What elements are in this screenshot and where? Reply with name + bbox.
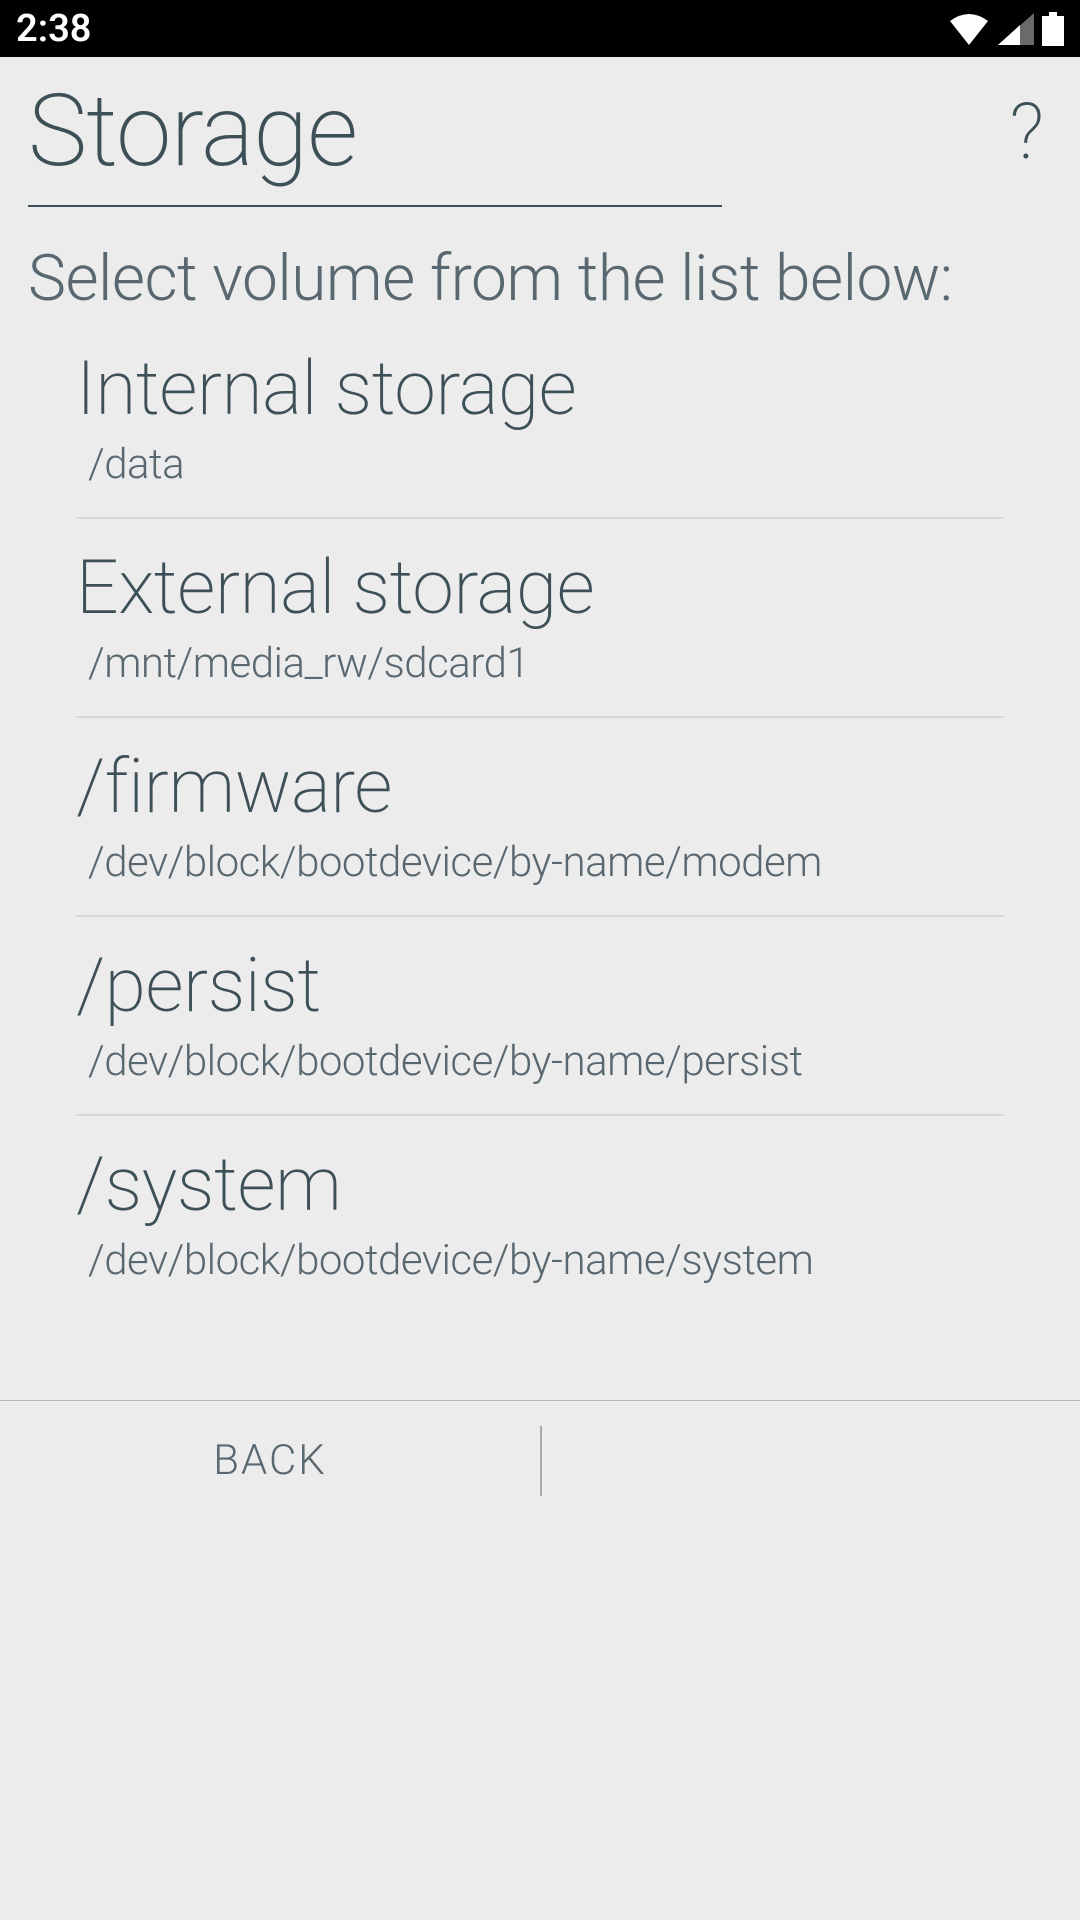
back-button[interactable]: BACK: [0, 1436, 540, 1485]
volume-title: External storage: [76, 543, 1004, 633]
volume-title: /persist: [76, 941, 1004, 1031]
battery-icon: [1042, 12, 1064, 46]
volume-path: /dev/block/bootdevice/by-name/persist: [76, 1037, 1004, 1086]
page-subtitle: Select volume from the list below:: [0, 207, 1080, 320]
wifi-icon: [948, 13, 990, 45]
cellular-icon: [998, 13, 1034, 45]
page-title: Storage: [28, 77, 1009, 187]
status-bar: 2:38: [0, 0, 1080, 57]
status-icons: [948, 12, 1064, 46]
volume-path: /mnt/media_rw/sdcard1: [76, 639, 1004, 688]
volume-item-external[interactable]: External storage /mnt/media_rw/sdcard1: [76, 519, 1004, 716]
volume-title: Internal storage: [76, 344, 1004, 434]
volume-item-system[interactable]: /system /dev/block/bootdevice/by-name/sy…: [76, 1116, 1004, 1313]
volume-title: /firmware: [76, 742, 1004, 832]
title-underline: [28, 205, 722, 207]
footer-bar: BACK: [0, 1400, 1080, 1520]
volume-path: /dev/block/bootdevice/by-name/modem: [76, 838, 1004, 887]
volume-path: /dev/block/bootdevice/by-name/system: [76, 1236, 1004, 1285]
volume-list: Internal storage /data External storage …: [0, 320, 1080, 1313]
volume-item-internal[interactable]: Internal storage /data: [76, 320, 1004, 517]
footer-separator: [540, 1426, 542, 1496]
volume-path: /data: [76, 440, 1004, 489]
header: Storage ?: [0, 57, 1080, 207]
volume-item-firmware[interactable]: /firmware /dev/block/bootdevice/by-name/…: [76, 718, 1004, 915]
volume-item-persist[interactable]: /persist /dev/block/bootdevice/by-name/p…: [76, 917, 1004, 1114]
volume-title: /system: [76, 1140, 1004, 1230]
help-icon[interactable]: ?: [1009, 87, 1044, 178]
status-time: 2:38: [16, 7, 91, 51]
